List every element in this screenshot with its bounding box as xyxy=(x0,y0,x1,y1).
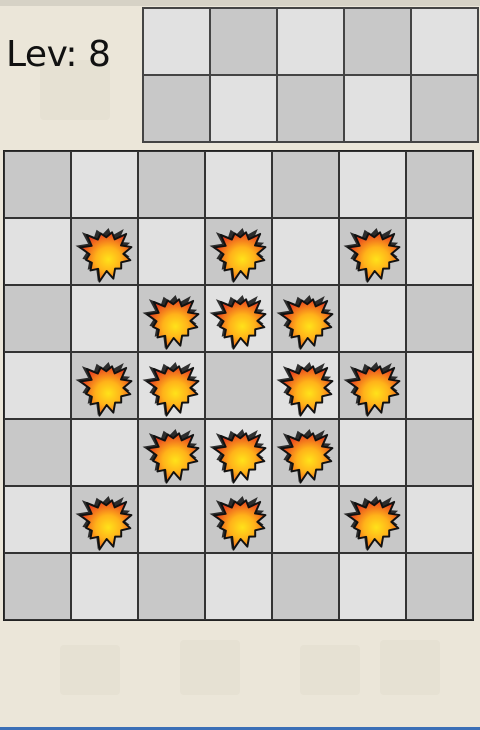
board-cell[interactable] xyxy=(339,285,406,352)
board-cell[interactable] xyxy=(339,151,406,218)
explosion-icon xyxy=(209,428,267,484)
explosion-icon xyxy=(209,294,267,350)
board-cell[interactable] xyxy=(406,352,473,419)
board-cell[interactable] xyxy=(272,151,339,218)
board-cell[interactable] xyxy=(71,218,138,285)
preview-cell xyxy=(344,75,411,142)
explosion-icon xyxy=(142,428,200,484)
board-cell[interactable] xyxy=(4,419,71,486)
background-pattern xyxy=(60,645,120,695)
preview-cell xyxy=(143,8,210,75)
board-cell[interactable] xyxy=(272,486,339,553)
explosion-icon xyxy=(209,495,267,551)
explosion-icon xyxy=(276,428,334,484)
board-cell[interactable] xyxy=(4,285,71,352)
board-cell[interactable] xyxy=(205,352,272,419)
board-cell[interactable] xyxy=(272,419,339,486)
board-cell[interactable] xyxy=(138,553,205,620)
board-cell[interactable] xyxy=(205,285,272,352)
board-cell[interactable] xyxy=(406,285,473,352)
board-cell[interactable] xyxy=(339,486,406,553)
explosion-icon xyxy=(209,227,267,283)
board-cell[interactable] xyxy=(205,553,272,620)
explosion-icon xyxy=(276,294,334,350)
board-cell[interactable] xyxy=(71,553,138,620)
preview-grid xyxy=(142,7,479,143)
board-cell[interactable] xyxy=(339,352,406,419)
board-cell[interactable] xyxy=(406,486,473,553)
game-board[interactable] xyxy=(3,150,474,621)
board-cell[interactable] xyxy=(4,352,71,419)
board-cell[interactable] xyxy=(4,218,71,285)
explosion-icon xyxy=(343,227,401,283)
board-cell[interactable] xyxy=(71,285,138,352)
explosion-icon xyxy=(343,361,401,417)
board-cell[interactable] xyxy=(4,151,71,218)
background-pattern xyxy=(180,640,240,695)
explosion-icon xyxy=(75,361,133,417)
board-cell[interactable] xyxy=(339,218,406,285)
board-cell[interactable] xyxy=(406,419,473,486)
preview-cell xyxy=(143,75,210,142)
board-cell[interactable] xyxy=(4,486,71,553)
preview-cell xyxy=(277,8,344,75)
board-cell[interactable] xyxy=(138,151,205,218)
explosion-icon xyxy=(75,495,133,551)
explosion-icon xyxy=(142,361,200,417)
background-pattern xyxy=(300,645,360,695)
board-cell[interactable] xyxy=(71,151,138,218)
level-label: Lev: 8 xyxy=(6,34,111,75)
board-cell[interactable] xyxy=(272,218,339,285)
board-cell[interactable] xyxy=(71,419,138,486)
board-cell[interactable] xyxy=(205,419,272,486)
board-cell[interactable] xyxy=(272,553,339,620)
background-pattern xyxy=(380,640,440,695)
status-strip xyxy=(0,0,480,6)
board-cell[interactable] xyxy=(71,352,138,419)
board-cell[interactable] xyxy=(205,218,272,285)
preview-cell xyxy=(277,75,344,142)
preview-cell xyxy=(411,75,478,142)
board-cell[interactable] xyxy=(71,486,138,553)
board-cell[interactable] xyxy=(138,352,205,419)
explosion-icon xyxy=(75,227,133,283)
board-cell[interactable] xyxy=(406,553,473,620)
board-cell[interactable] xyxy=(138,285,205,352)
preview-cell xyxy=(344,8,411,75)
preview-cell xyxy=(210,8,277,75)
explosion-icon xyxy=(343,495,401,551)
board-cell[interactable] xyxy=(339,419,406,486)
explosion-icon xyxy=(142,294,200,350)
board-cell[interactable] xyxy=(272,285,339,352)
board-cell[interactable] xyxy=(406,151,473,218)
board-cell[interactable] xyxy=(138,486,205,553)
board-cell[interactable] xyxy=(205,486,272,553)
board-cell[interactable] xyxy=(272,352,339,419)
explosion-icon xyxy=(276,361,334,417)
board-cell[interactable] xyxy=(138,218,205,285)
board-cell[interactable] xyxy=(138,419,205,486)
board-cell[interactable] xyxy=(406,218,473,285)
board-cell[interactable] xyxy=(205,151,272,218)
board-cell[interactable] xyxy=(4,553,71,620)
preview-cell xyxy=(210,75,277,142)
board-cell[interactable] xyxy=(339,553,406,620)
preview-cell xyxy=(411,8,478,75)
